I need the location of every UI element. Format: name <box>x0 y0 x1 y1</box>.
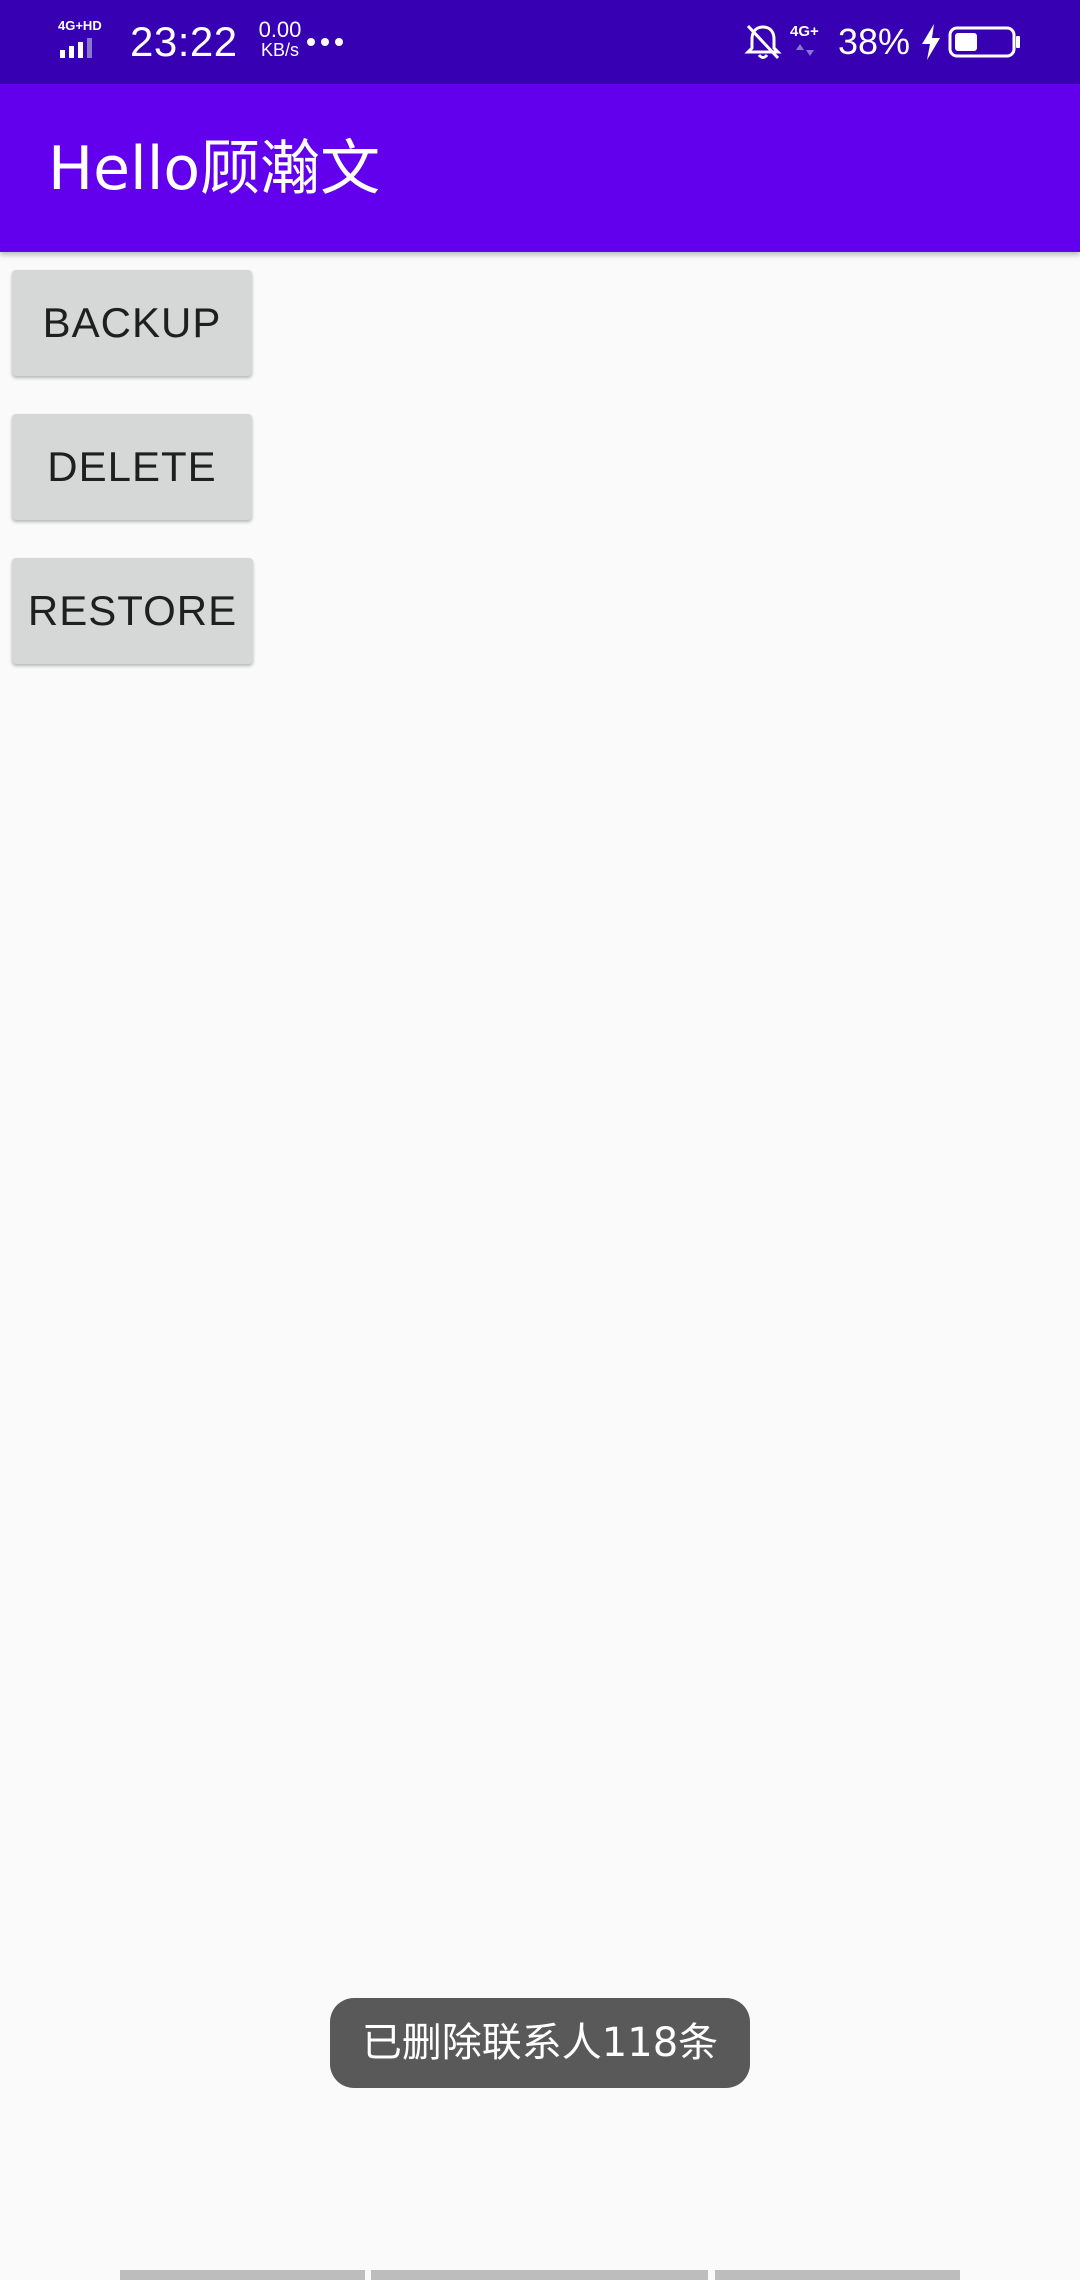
nav-bar-right[interactable] <box>715 2270 960 2280</box>
status-time: 23:22 <box>130 18 238 65</box>
nav-bar-left[interactable] <box>120 2270 365 2280</box>
nav-bar-home[interactable] <box>371 2270 708 2280</box>
more-icon <box>307 38 343 46</box>
mute-bell-icon <box>744 24 782 60</box>
network-speed-value: 0.00 <box>258 17 302 42</box>
app-bar: Hello顾瀚文 <box>0 84 1080 252</box>
charging-bolt-icon <box>922 24 940 60</box>
restore-button[interactable]: RESTORE <box>12 558 253 664</box>
backup-button[interactable]: BACKUP <box>12 270 252 376</box>
delete-button[interactable]: DELETE <box>12 414 252 520</box>
app-title: Hello顾瀚文 <box>48 134 381 204</box>
network-speed-unit: KB/s <box>260 40 299 60</box>
toast-message: 已删除联系人118条 <box>330 1998 750 2088</box>
battery-icon <box>948 26 1020 58</box>
network2-label: 4G+ <box>790 23 819 40</box>
network-label: 4G+HD <box>58 18 102 33</box>
signal-icon: 4G+HD <box>58 18 102 58</box>
network-speed: 0.00 KB/s <box>248 17 312 61</box>
battery-percent: 38% <box>838 21 911 62</box>
network-icon: 4G+ <box>790 23 819 56</box>
status-bar: 4G+HD 23:22 0.00 KB/s 4G+ 38% <box>0 0 1080 84</box>
